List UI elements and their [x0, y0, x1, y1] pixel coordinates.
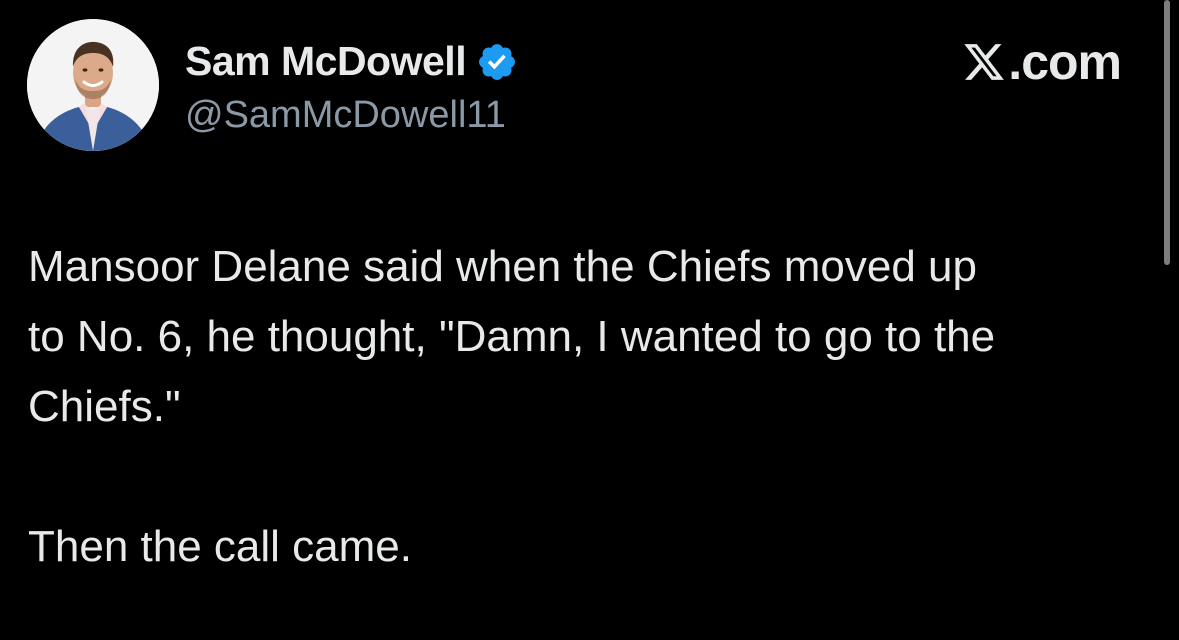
- verified-badge-icon: [476, 41, 518, 83]
- tweet-text-line: Mansoor Delane said when the Chiefs move…: [28, 242, 977, 291]
- tweet-card: Sam McDowell @SamMcDowell11 .com Mansoor…: [0, 0, 1179, 640]
- author-handle[interactable]: @SamMcDowell11: [185, 94, 506, 137]
- avatar[interactable]: [27, 19, 159, 151]
- x-com-brand: .com: [962, 33, 1122, 91]
- profile-photo: [27, 19, 159, 151]
- scrollbar-thumb[interactable]: [1164, 0, 1170, 265]
- author-name-row: Sam McDowell: [185, 38, 518, 85]
- x-logo-icon: [962, 40, 1006, 84]
- tweet-text: Mansoor Delane said when the Chiefs move…: [28, 232, 1148, 582]
- author-display-name[interactable]: Sam McDowell: [185, 38, 467, 85]
- tweet-text-line: Then the call came.: [28, 522, 412, 571]
- tweet-text-line: Chiefs.": [28, 382, 181, 431]
- tweet-text-line: to No. 6, he thought, "Damn, I wanted to…: [28, 312, 996, 361]
- brand-domain-text: .com: [1008, 34, 1122, 90]
